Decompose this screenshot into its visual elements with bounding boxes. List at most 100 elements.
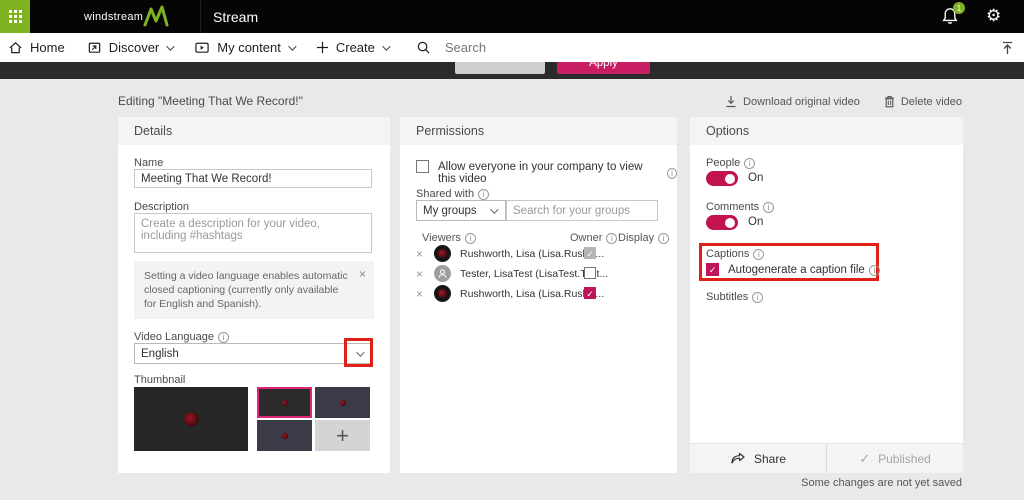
viewer-row: Rushworth, Lisa (Lisa.Rushw... xyxy=(400,285,677,305)
delete-video-link[interactable]: Delete video xyxy=(884,95,962,108)
search-box[interactable]: Search xyxy=(416,40,486,55)
chevron-down-icon xyxy=(288,41,297,51)
owner-checkbox-disabled xyxy=(584,247,596,259)
subtitles-label: Subtitles xyxy=(706,291,764,303)
viewers-column-header: Viewers xyxy=(422,232,476,244)
permissions-panel: Permissions Allow everyone in your compa… xyxy=(400,117,677,473)
captions-label: Captions xyxy=(706,248,765,260)
allow-everyone-label: Allow everyone in your company to view t… xyxy=(438,161,677,185)
owner-checkbox[interactable] xyxy=(584,267,596,279)
nav-create-label: Create xyxy=(335,40,375,55)
nav-discover-label: Discover xyxy=(108,40,160,55)
thumbnail-option-selected[interactable] xyxy=(257,387,312,418)
thumbnail-option-3[interactable] xyxy=(257,420,312,451)
nav-my-content[interactable]: My content xyxy=(194,40,297,55)
info-icon xyxy=(667,167,677,179)
info-icon xyxy=(868,264,880,276)
share-group-type-value: My groups xyxy=(423,204,477,217)
permissions-panel-title: Permissions xyxy=(400,117,677,145)
download-icon xyxy=(726,96,736,108)
viewer-row: Rushworth, Lisa (Lisa.Rushw... xyxy=(400,245,677,265)
nav-discover[interactable]: Discover xyxy=(87,40,175,55)
share-icon xyxy=(731,452,745,464)
comments-toggle-on[interactable] xyxy=(706,215,738,230)
viewer-name: Rushworth, Lisa (Lisa.Rushw... xyxy=(460,248,605,260)
details-panel: Details Name Description Setting a video… xyxy=(118,117,390,473)
nav-create[interactable]: Create xyxy=(316,40,391,55)
share-group-type-select[interactable]: My groups xyxy=(416,200,506,221)
close-icon[interactable] xyxy=(359,266,366,282)
upload-custom-thumbnail-button[interactable] xyxy=(315,420,370,451)
search-placeholder: Search xyxy=(444,40,487,55)
owner-column-header: Owner xyxy=(570,232,618,244)
unsaved-changes-note: Some changes are not yet saved xyxy=(801,477,962,489)
video-language-value: English xyxy=(141,347,179,360)
notification-count-badge: 1 xyxy=(953,2,965,14)
app-title: Stream xyxy=(213,8,259,25)
language-notice-box: Setting a video language enables automat… xyxy=(134,261,374,319)
comments-toggle-state: On xyxy=(748,216,764,228)
info-icon xyxy=(464,232,476,244)
share-button[interactable]: Share xyxy=(690,444,826,473)
published-button[interactable]: ✓ Published xyxy=(827,444,963,473)
download-original-video-link[interactable]: Download original video xyxy=(725,95,860,108)
people-label-text: People xyxy=(706,157,741,169)
video-content-icon xyxy=(195,42,209,53)
scroll-to-top-button[interactable] xyxy=(1000,40,1015,61)
arrow-up-to-line-icon xyxy=(1003,41,1012,54)
remove-viewer-icon[interactable] xyxy=(416,268,423,280)
gray-action-button[interactable] xyxy=(455,62,545,74)
top-app-bar: windstream Stream 1 ⚙ xyxy=(0,0,1024,33)
description-textarea[interactable] xyxy=(134,213,372,253)
chevron-down-icon xyxy=(356,347,365,357)
thumbnail-option-2[interactable] xyxy=(315,387,370,418)
select-chevron-zone[interactable] xyxy=(481,201,505,220)
settings-gear-button[interactable]: ⚙ xyxy=(986,5,1001,27)
windstream-logo[interactable]: windstream xyxy=(84,0,171,33)
comments-label-text: Comments xyxy=(706,201,760,213)
description-label: Description xyxy=(134,201,190,213)
shared-with-label: Shared with xyxy=(416,188,490,200)
chevron-down-icon xyxy=(490,204,499,214)
options-panel: Options People On Comments On Captions A… xyxy=(690,117,963,473)
windstream-logo-text: windstream xyxy=(84,10,144,23)
editor-action-bar: Apply xyxy=(0,62,1024,79)
remove-viewer-icon[interactable] xyxy=(416,248,423,260)
app-launcher-button[interactable] xyxy=(0,0,30,33)
display-column-header: Display xyxy=(618,232,670,244)
language-notice-text: Setting a video language enables automat… xyxy=(144,270,348,311)
viewer-row: Tester, LisaTest (LisaTest.Test... xyxy=(400,265,677,285)
topbar-divider xyxy=(200,0,201,33)
thumbnail-preview[interactable] xyxy=(134,387,248,451)
video-language-label: Video Language xyxy=(134,331,229,343)
viewer-name: Rushworth, Lisa (Lisa.Rushw... xyxy=(460,288,605,300)
remove-viewer-icon[interactable] xyxy=(416,288,423,300)
display-header-text: Display xyxy=(618,232,655,244)
video-frame-logo xyxy=(183,411,199,427)
autogenerate-caption-checkbox[interactable] xyxy=(706,263,719,276)
name-input[interactable] xyxy=(134,169,372,188)
video-language-select[interactable]: English xyxy=(134,343,372,364)
checkmark-icon: ✓ xyxy=(859,450,871,466)
video-actions: Download original video Delete video xyxy=(725,95,962,108)
allow-everyone-label-text: Allow everyone in your company to view t… xyxy=(438,161,643,185)
details-panel-title: Details xyxy=(118,117,390,145)
info-icon xyxy=(217,331,229,343)
video-language-label-text: Video Language xyxy=(134,331,214,343)
info-icon xyxy=(763,201,775,213)
allow-everyone-checkbox[interactable] xyxy=(416,160,429,173)
waffle-icon xyxy=(8,10,22,23)
apply-button[interactable]: Apply xyxy=(557,62,650,74)
info-icon xyxy=(606,232,618,244)
search-icon xyxy=(417,41,430,54)
owner-checkbox-checked[interactable] xyxy=(584,287,596,299)
comments-label: Comments xyxy=(706,201,775,213)
thumbnail-label: Thumbnail xyxy=(134,374,186,386)
owner-header-text: Owner xyxy=(570,232,603,244)
group-search-input[interactable] xyxy=(506,200,658,221)
nav-home[interactable]: Home xyxy=(8,40,65,55)
select-chevron-zone[interactable] xyxy=(347,344,371,363)
published-button-label: Published xyxy=(878,451,931,466)
options-footer: Share ✓ Published xyxy=(690,443,963,473)
people-toggle-on[interactable] xyxy=(706,171,738,186)
